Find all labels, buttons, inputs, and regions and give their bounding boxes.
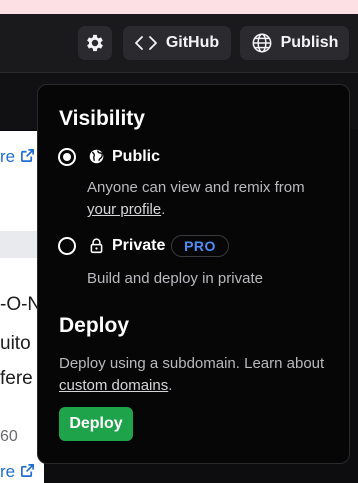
external-link-icon	[20, 149, 34, 162]
globe-icon	[252, 33, 272, 53]
private-radio[interactable]	[58, 237, 76, 255]
lock-icon	[90, 238, 103, 254]
settings-button[interactable]	[78, 26, 112, 60]
gear-icon	[87, 34, 103, 52]
background-text: -O-N	[0, 294, 42, 315]
deploy-button[interactable]: Deploy	[59, 407, 133, 441]
deploy-description-text: Deploy using a subdomain. Learn about	[59, 355, 325, 372]
more-link-text: re	[0, 147, 16, 166]
public-option-description: Anyone can view and remix from your prof…	[87, 177, 337, 221]
public-radio[interactable]	[58, 148, 76, 166]
private-option-label[interactable]: Private	[112, 237, 165, 255]
public-description-text: Anyone can view and remix from	[87, 179, 305, 196]
pro-badge: PRO	[171, 235, 229, 257]
your-profile-link[interactable]: your profile	[87, 201, 161, 218]
deploy-description-suffix: .	[168, 377, 173, 394]
publish-button[interactable]: Publish	[240, 26, 349, 60]
background-text: fere	[0, 368, 33, 389]
public-description-suffix: .	[161, 201, 166, 218]
private-option-description: Build and deploy in private	[87, 270, 263, 287]
github-button-label: GitHub	[165, 34, 220, 51]
public-option-label[interactable]: Public	[112, 148, 160, 166]
top-strip	[0, 0, 358, 14]
publish-button-label: Publish	[280, 34, 339, 51]
github-button[interactable]: GitHub	[123, 26, 231, 60]
publish-panel: Visibility Public Anyone can view and re…	[37, 84, 350, 464]
external-link-icon	[20, 464, 34, 477]
more-link-text: re	[0, 462, 16, 481]
background-text: uito	[0, 333, 31, 354]
deploy-description: Deploy using a subdomain. Learn about cu…	[59, 353, 339, 397]
visibility-title: Visibility	[59, 107, 145, 130]
globe-icon	[89, 149, 104, 164]
background-more-link[interactable]: re	[0, 147, 35, 167]
background-more-link[interactable]: re	[0, 462, 35, 482]
deploy-title: Deploy	[59, 314, 130, 337]
background-count: 60	[0, 428, 18, 445]
custom-domains-link[interactable]: custom domains	[59, 377, 168, 394]
code-brackets-icon	[134, 36, 157, 50]
